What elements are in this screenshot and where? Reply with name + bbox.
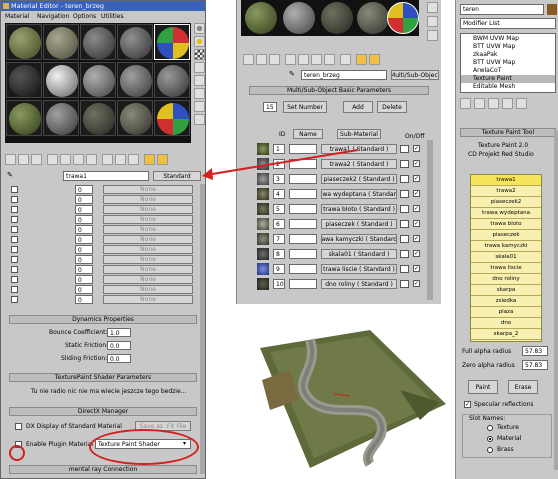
annotation-arrow bbox=[202, 149, 359, 180]
